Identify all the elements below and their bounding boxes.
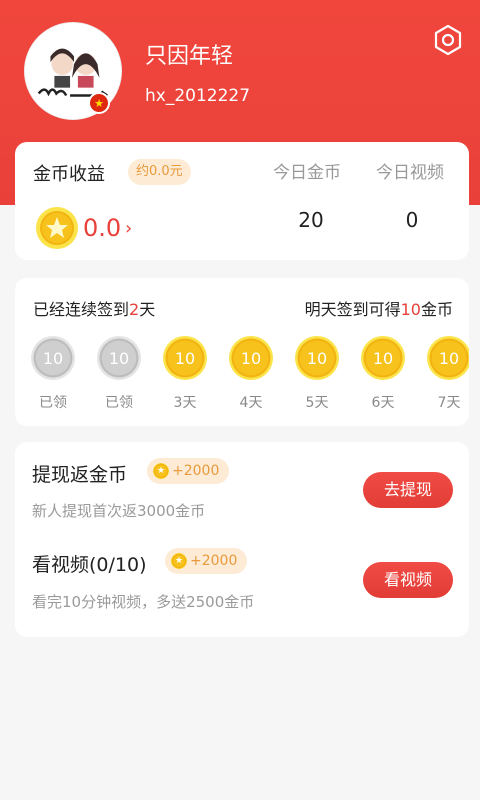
signin-day-label: 已领 <box>39 395 67 411</box>
withdraw-button[interactable]: 去提现 <box>363 472 453 508</box>
coin-icon: 10 <box>163 336 207 380</box>
coin-icon: 10 <box>97 336 141 380</box>
coin-icon: 10 <box>361 336 405 380</box>
coin-icon: 10 <box>427 336 469 380</box>
coin-star-icon: ★ <box>153 463 169 479</box>
signin-day-5[interactable]: 10 5天 <box>295 336 339 412</box>
signin-day-label: 3天 <box>173 395 197 411</box>
streak-days: 2 <box>129 300 140 319</box>
coin-icon: 10 <box>295 336 339 380</box>
tomorrow-prefix: 明天签到可得 <box>304 300 401 319</box>
profile-username: hx_2012227 <box>145 86 251 106</box>
signin-day-6[interactable]: 10 6天 <box>361 336 405 412</box>
signin-day-3[interactable]: 10 3天 <box>163 336 207 412</box>
task-reward-value: +2000 <box>172 463 220 479</box>
today-coin-value: 20 <box>298 208 324 232</box>
coin-icon: 10 <box>31 336 75 380</box>
coin-icon: 10 <box>229 336 273 380</box>
today-video-label: 今日视频 <box>376 163 444 183</box>
profile-nickname: 只因年轻 <box>145 44 234 69</box>
earnings-card: 金币收益 约0.0元 今日金币 今日视频 20 0 0.0 › <box>15 142 469 260</box>
task-title-withdraw: 提现返金币 <box>32 464 128 486</box>
task-reward-badge: ★ +2000 <box>165 548 248 574</box>
task-desc-withdraw: 新人提现首次返3000金币 <box>32 502 206 520</box>
settings-icon[interactable] <box>432 24 464 56</box>
tasks-card: 提现返金币 ★ +2000 新人提现首次返3000金币 去提现 看视频(0/10… <box>15 442 469 637</box>
signin-day-7[interactable]: 10 7天 <box>427 336 469 412</box>
watch-video-button[interactable]: 看视频 <box>363 562 453 598</box>
signin-day-1[interactable]: 10 已领 <box>31 336 75 412</box>
signin-tomorrow-text: 明天签到可得10金币 <box>305 296 453 320</box>
signin-day-label: 4天 <box>239 395 263 411</box>
signin-day-label: 已领 <box>105 395 133 411</box>
signin-day-2[interactable]: 10 已领 <box>97 336 141 412</box>
today-video-value: 0 <box>405 208 419 232</box>
tomorrow-coins: 10 <box>400 300 421 319</box>
signin-day-label: 5天 <box>305 395 329 411</box>
earnings-title: 金币收益 <box>33 164 105 185</box>
tomorrow-suffix: 金币 <box>420 300 453 319</box>
today-coin-label: 今日金币 <box>273 163 341 183</box>
signin-card: 已经连续签到2天 明天签到可得10金币 10 已领 10 已领 10 3天 10… <box>15 278 469 426</box>
china-flag-badge: ★ <box>88 92 110 114</box>
task-reward-badge: ★ +2000 <box>147 458 230 484</box>
task-reward-value: +2000 <box>190 553 238 569</box>
task-desc-video: 看完10分钟视频，多送2500金币 <box>32 593 255 611</box>
signin-day-label: 7天 <box>437 395 461 411</box>
coin-star-icon: ★ <box>171 553 187 569</box>
streak-suffix: 天 <box>139 300 156 319</box>
signin-streak-text: 已经连续签到2天 <box>33 296 155 320</box>
signin-day-label: 6天 <box>371 395 395 411</box>
coin-balance[interactable]: 0.0 <box>83 214 121 242</box>
task-title-video: 看视频(0/10) <box>32 554 147 576</box>
coin-star-icon <box>36 207 78 249</box>
signin-day-4[interactable]: 10 4天 <box>229 336 273 412</box>
chevron-right-icon[interactable]: › <box>125 218 132 239</box>
signin-day-strip[interactable]: 10 已领 10 已领 10 3天 10 4天 10 5天 10 6天 10 7… <box>31 336 469 416</box>
approx-amount-badge: 约0.0元 <box>128 159 191 185</box>
streak-prefix: 已经连续签到 <box>33 300 130 319</box>
